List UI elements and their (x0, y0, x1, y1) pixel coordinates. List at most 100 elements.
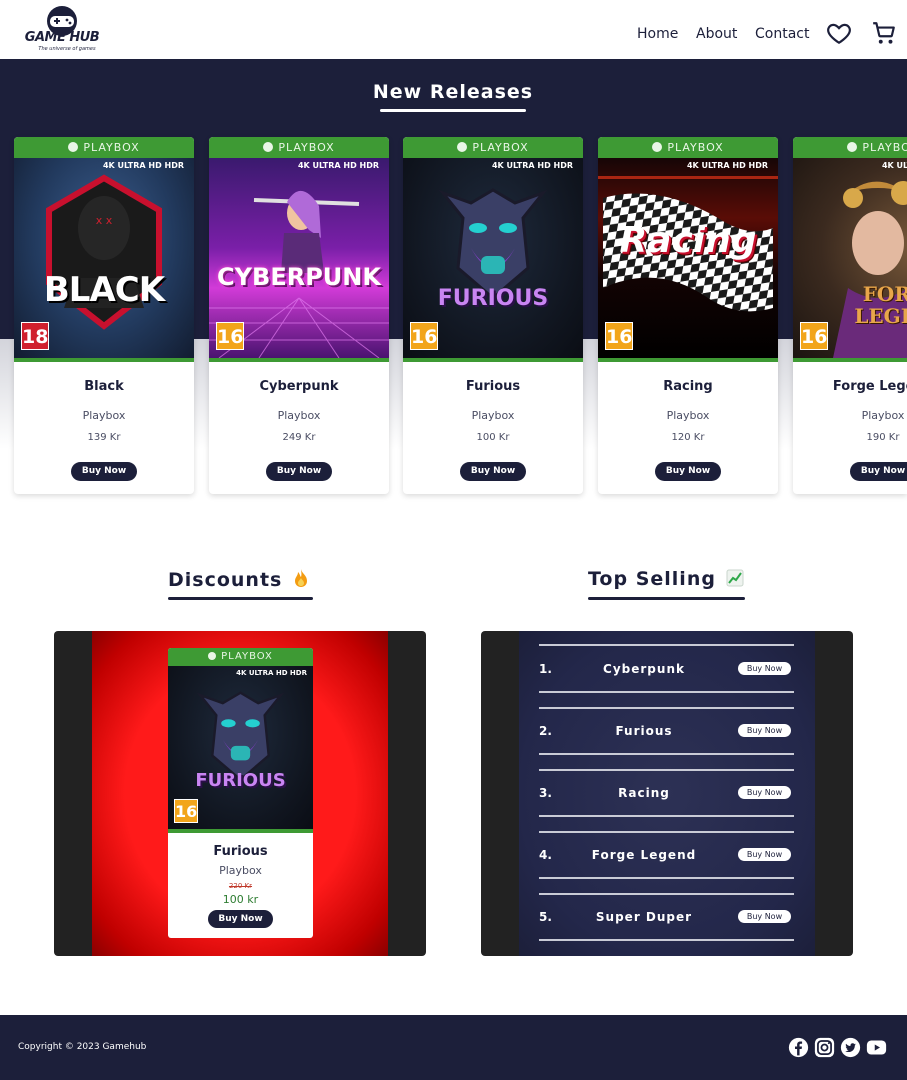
age-rating-badge: 18 (21, 322, 49, 350)
logo-tagline: The universe of games (38, 46, 96, 52)
new-releases-title: New Releases (372, 81, 534, 103)
top-selling-panel: 1. Cyberpunk Buy Now 2. Furious Buy Now … (481, 631, 853, 956)
cart-icon[interactable] (871, 20, 897, 46)
top-selling-item-name: Furious (615, 724, 673, 738)
cover-title: FURIOUS (437, 286, 549, 311)
top-selling-item-name: Racing (618, 786, 670, 800)
game-name: Forge Legend (832, 379, 907, 394)
cover-furious: FURIOUS 4K ULTRA HD HDR 16 (168, 666, 313, 829)
buy-now-button[interactable]: Buy Now (738, 662, 791, 675)
game-platform: Playbox (471, 409, 515, 422)
buy-now-button[interactable]: Buy Now (850, 462, 907, 481)
rank-number: 1. (539, 662, 552, 676)
old-price: 220 Kr (228, 882, 253, 890)
game-card-cyberpunk[interactable]: PLAYBOX CYBERPUNK 4K ULTRA HD HDR 16 Cyb… (209, 137, 389, 494)
cover-forge-legend: FORGE LEGEND 4K ULTRA HD HDR 16 (793, 158, 907, 358)
game-platform: Playbox (82, 409, 126, 422)
logo-text: GAME HUB (24, 30, 100, 45)
copyright-text: Copyright © 2023 Gamehub (18, 1042, 147, 1052)
buy-now-button[interactable]: Buy Now (460, 462, 526, 481)
site-header: GAME HUB The universe of games Home Abou… (0, 0, 907, 59)
youtube-icon[interactable] (866, 1037, 887, 1058)
cover-racing: Racing 4K ULTRA HD HDR 16 (598, 158, 778, 358)
age-rating-badge: 16 (410, 322, 438, 350)
game-price: 120 Kr (671, 432, 705, 443)
game-price: 249 Kr (282, 432, 316, 443)
playbox-badge: PLAYBOX (209, 137, 389, 158)
buy-now-button[interactable]: Buy Now (738, 724, 791, 737)
age-rating-badge: 16 (174, 799, 198, 823)
new-releases-underline (380, 109, 526, 112)
game-price: 190 Kr (866, 432, 900, 443)
playbox-badge: PLAYBOX (168, 648, 313, 666)
game-card-forge-legend[interactable]: PLAYBOX FORGE LEGEND 4K ULTRA HD HDR 16 … (793, 137, 907, 494)
playbox-badge: PLAYBOX (14, 137, 194, 158)
discounts-panel: PLAYBOX FURIOUS 4K ULTRA HD HDR 16 Furio… (54, 631, 426, 956)
instagram-icon[interactable] (814, 1037, 835, 1058)
age-rating-badge: 16 (216, 322, 244, 350)
buy-now-button[interactable]: Buy Now (208, 910, 273, 928)
rank-number: 2. (539, 724, 552, 738)
buy-now-button[interactable]: Buy Now (655, 462, 721, 481)
nav-home[interactable]: Home (637, 26, 678, 42)
hdr-badge: 4K ULTRA HD HDR (686, 161, 768, 170)
cover-black: x x BLACK 4K ULTRA HD HDR 18 (14, 158, 194, 358)
hdr-badge: 4K ULTRA HD HDR (297, 161, 379, 170)
nav-about[interactable]: About (696, 26, 737, 42)
cover-cyberpunk: CYBERPUNK 4K ULTRA HD HDR 16 (209, 158, 389, 358)
game-card-racing[interactable]: PLAYBOX Racing 4K ULTRA HD HDR 16 Racing… (598, 137, 778, 494)
game-price: 100 Kr (476, 432, 510, 443)
game-platform: Playbox (861, 409, 905, 422)
top-selling-item-name: Forge Legend (591, 848, 697, 862)
top-selling-item-name: Super Duper (595, 910, 693, 924)
hdr-badge: 4K ULTRA HD HDR (881, 161, 907, 170)
buy-now-button[interactable]: Buy Now (266, 462, 332, 481)
age-rating-badge: 16 (800, 322, 828, 350)
top-selling-title: Top Selling (588, 568, 748, 590)
game-card-black[interactable]: PLAYBOX x x BLACK 4K ULTRA HD HDR 18 Bla… (14, 137, 194, 494)
buy-now-button[interactable]: Buy Now (71, 462, 137, 481)
cover-title: BLACK (43, 270, 165, 310)
rank-number: 3. (539, 786, 552, 800)
playbox-badge: PLAYBOX (598, 137, 778, 158)
game-name: Racing (663, 379, 713, 394)
top-selling-underline (588, 597, 745, 600)
hdr-badge: 4K ULTRA HD HDR (102, 161, 184, 170)
svg-text:x x: x x (96, 214, 113, 227)
cover-furious: FURIOUS 4K ULTRA HD HDR 16 (403, 158, 583, 358)
age-rating-badge: 16 (605, 322, 633, 350)
buy-now-button[interactable]: Buy Now (738, 848, 791, 861)
chart-increasing-icon (726, 569, 744, 587)
nav-contact[interactable]: Contact (755, 26, 809, 42)
top-selling-item-name: Cyberpunk (603, 662, 685, 676)
game-name: Cyberpunk (259, 379, 339, 394)
gamehub-logo[interactable]: GAME HUB The universe of games (22, 5, 102, 53)
game-price: 139 Kr (87, 432, 121, 443)
discount-card-furious[interactable]: PLAYBOX FURIOUS 4K ULTRA HD HDR 16 Furio… (168, 648, 313, 938)
twitter-icon[interactable] (840, 1037, 861, 1058)
heart-icon[interactable] (826, 20, 852, 46)
cover-title: FURIOUS (195, 770, 286, 791)
top-selling-list: 1. Cyberpunk Buy Now 2. Furious Buy Now … (519, 631, 815, 956)
cover-title: CYBERPUNK (217, 263, 381, 291)
game-platform: Playbox (666, 409, 710, 422)
buy-now-button[interactable]: Buy Now (738, 786, 791, 799)
buy-now-button[interactable]: Buy Now (738, 910, 791, 923)
game-platform: Playbox (219, 864, 262, 877)
site-footer: Copyright © 2023 Gamehub (0, 1015, 907, 1080)
rank-number: 5. (539, 910, 552, 924)
game-name: Furious (213, 844, 268, 859)
cover-title: Racing (619, 220, 757, 261)
playbox-badge: PLAYBOX (793, 137, 907, 158)
facebook-icon[interactable] (788, 1037, 809, 1058)
game-name: Furious (465, 379, 521, 394)
rank-number: 4. (539, 848, 552, 862)
playbox-badge: PLAYBOX (403, 137, 583, 158)
game-name: Black (84, 379, 124, 394)
hdr-badge: 4K ULTRA HD HDR (491, 161, 573, 170)
game-card-furious[interactable]: PLAYBOX FURIOUS 4K ULTRA HD HDR 16 Furio… (403, 137, 583, 494)
hdr-badge: 4K ULTRA HD HDR (236, 669, 307, 677)
game-platform: Playbox (277, 409, 321, 422)
discounts-underline (168, 597, 313, 600)
fire-icon (294, 569, 307, 587)
